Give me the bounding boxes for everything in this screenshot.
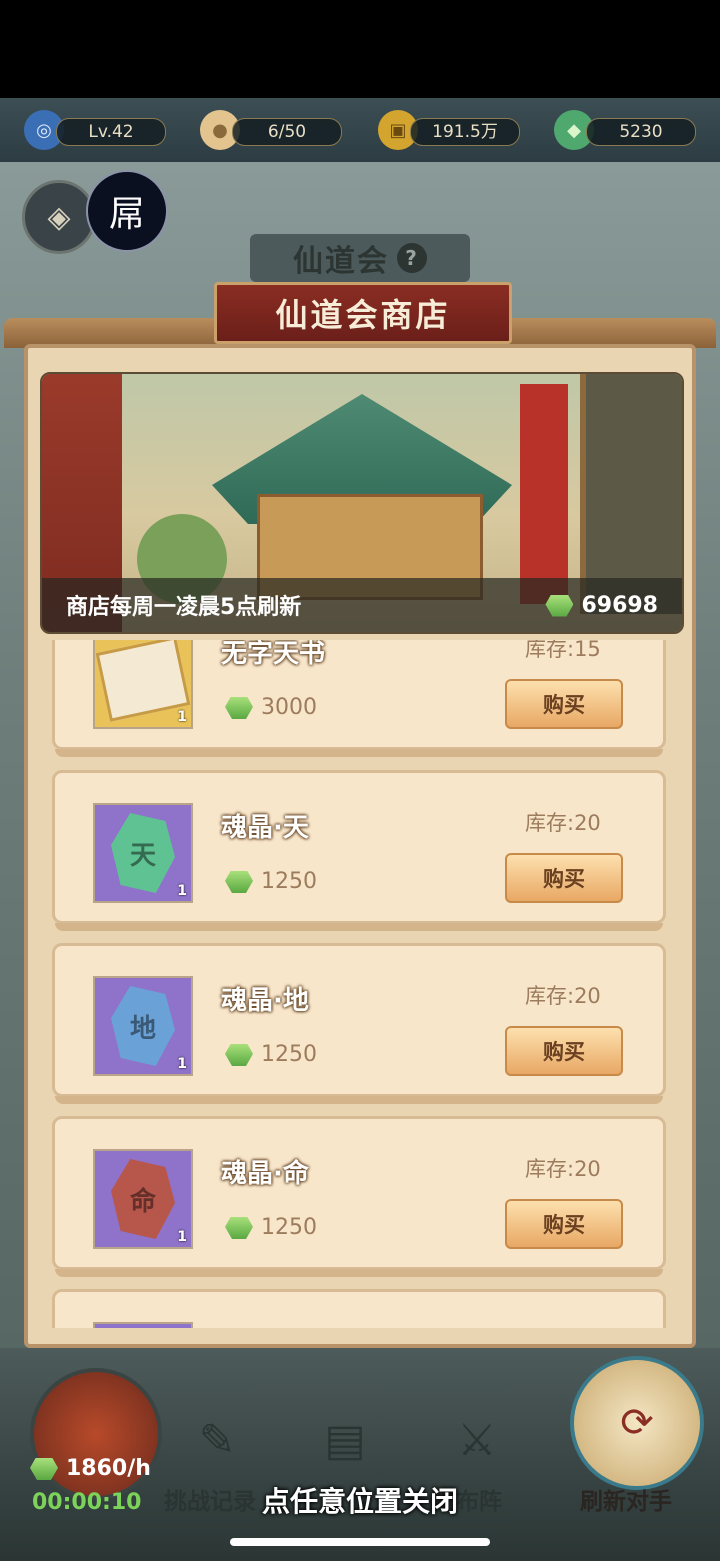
top-safe-area — [0, 0, 720, 98]
coin-value: 191.5万 — [410, 118, 520, 146]
item-stock: 库存:20 — [525, 811, 601, 835]
jade-value: 5230 — [586, 118, 696, 146]
gem-icon — [225, 871, 253, 893]
item-name: 魂晶·天 — [221, 813, 309, 843]
section-title: 仙道会 ? — [250, 234, 470, 282]
shop-banner: 商店每周一凌晨5点刷新 69698 — [40, 372, 684, 634]
list-item: 地 1 魂晶·地 库存:20 1250 购买 — [52, 943, 666, 1104]
section-title-text: 仙道会 — [293, 244, 389, 279]
item-count: 1 — [177, 1056, 187, 1072]
item-price-value: 1250 — [261, 869, 317, 894]
item-stock: 库存:15 — [525, 640, 601, 661]
map-icon[interactable]: ▤ — [300, 1400, 390, 1480]
avatar[interactable]: 屌 — [86, 170, 168, 252]
item-thumb[interactable]: 地 1 — [93, 976, 193, 1076]
item-price: 1250 — [225, 1215, 317, 1240]
item-thumb[interactable]: 1 — [93, 640, 193, 729]
item-count: 1 — [177, 1229, 187, 1245]
currency-balance-wrap: 69698 — [545, 593, 658, 618]
close-hint[interactable]: 点任意位置关闭 — [0, 1480, 720, 1520]
buy-button[interactable]: 购买 — [505, 1026, 623, 1076]
refresh-notice: 商店每周一凌晨5点刷新 — [66, 595, 302, 620]
help-icon[interactable]: ? — [397, 243, 427, 273]
item-thumb[interactable]: 天 1 — [93, 803, 193, 903]
list-item: 1 无字天书 库存:15 3000 购买 — [52, 640, 666, 757]
list-item: 天 1 魂晶·天 库存:20 1250 购买 — [52, 770, 666, 931]
item-price: 1250 — [225, 1042, 317, 1067]
list-item-partial — [52, 1289, 666, 1328]
buy-button[interactable]: 购买 — [505, 1199, 623, 1249]
gem-icon — [30, 1458, 58, 1480]
soul-crystal-earth-icon: 地 — [111, 986, 175, 1066]
item-name: 魂晶·地 — [221, 986, 309, 1016]
formation-icon[interactable]: ⚔ — [432, 1400, 522, 1480]
refresh-opponent-icon[interactable]: ⟳ — [570, 1356, 704, 1490]
item-name: 魂晶·命 — [221, 1159, 309, 1189]
scroll-quill-icon[interactable]: ✎ — [172, 1400, 262, 1480]
item-price: 3000 — [225, 695, 317, 720]
item-stock: 库存:20 — [525, 1157, 601, 1181]
gem-icon — [225, 697, 253, 719]
gem-icon — [225, 1217, 253, 1239]
item-name: 无字天书 — [221, 640, 326, 669]
item-thumb[interactable]: 命 1 — [93, 1149, 193, 1249]
item-price-value: 1250 — [261, 1042, 317, 1067]
item-price-value: 3000 — [261, 695, 317, 720]
item-price: 1250 — [225, 869, 317, 894]
banner-pillar — [520, 384, 568, 604]
buy-button[interactable]: 购买 — [505, 679, 623, 729]
list-item: 命 1 魂晶·命 库存:20 1250 购买 — [52, 1116, 666, 1277]
item-count: 1 — [177, 709, 187, 725]
income-rate: 1860/h — [30, 1456, 151, 1481]
back-button[interactable]: ◈ — [22, 180, 96, 254]
buy-button[interactable]: 购买 — [505, 853, 623, 903]
gem-icon — [545, 594, 574, 617]
item-price-value: 1250 — [261, 1215, 317, 1240]
item-stock: 库存:20 — [525, 984, 601, 1008]
item-thumb[interactable] — [93, 1322, 193, 1328]
soul-crystal-heaven-icon: 天 — [111, 813, 175, 893]
shop-item-list[interactable]: 1 无字天书 库存:15 3000 购买 天 1 魂晶·天 库存:20 1250… — [44, 640, 676, 1328]
income-rate-value: 1860/h — [66, 1456, 151, 1481]
home-indicator[interactable] — [230, 1538, 490, 1546]
item-count: 1 — [177, 883, 187, 899]
soul-crystal-fate-icon: 命 — [111, 1159, 175, 1239]
gem-icon — [225, 1044, 253, 1066]
shop-title: 仙道会商店 — [214, 282, 512, 344]
level-value: Lv.42 — [56, 118, 166, 146]
stamina-value: 6/50 — [232, 118, 342, 146]
back-arrow-icon: ◈ — [47, 199, 71, 235]
banner-info-strip: 商店每周一凌晨5点刷新 69698 — [42, 578, 682, 632]
currency-balance: 69698 — [581, 592, 658, 618]
